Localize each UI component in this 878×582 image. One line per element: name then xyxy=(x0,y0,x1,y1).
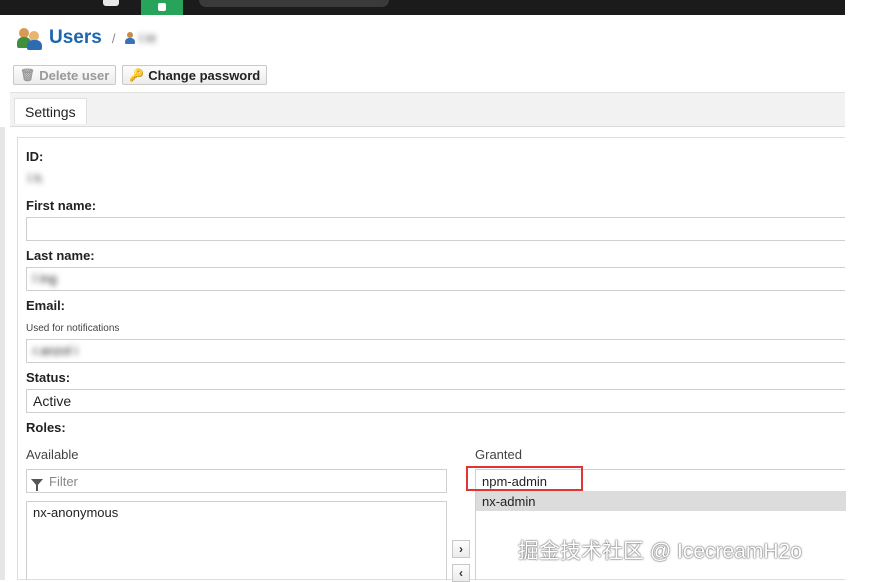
page-title[interactable]: Users xyxy=(49,27,102,49)
breadcrumb-separator: / xyxy=(111,30,116,46)
first-name-field[interactable] xyxy=(26,217,845,241)
list-item[interactable]: nx-admin xyxy=(476,491,846,511)
role-filter-input[interactable]: Filter xyxy=(26,469,447,493)
last-name-value: l ing xyxy=(33,271,57,286)
first-name-label: First name: xyxy=(26,198,97,213)
top-nav-bar xyxy=(0,0,845,15)
delete-user-label: Delete user xyxy=(39,67,110,83)
side-scroll-strip xyxy=(0,127,5,580)
email-label: Email: xyxy=(26,298,66,313)
gear-icon xyxy=(158,3,166,11)
user-icon xyxy=(125,32,136,44)
page-edge xyxy=(845,0,878,580)
search-input[interactable] xyxy=(199,0,389,7)
logo-icon[interactable] xyxy=(103,0,119,6)
last-name-label: Last name: xyxy=(26,248,95,263)
watermark: 掘金技术社区 @ IcecreamH2o xyxy=(518,540,802,563)
list-item[interactable]: nx-anonymous xyxy=(27,502,446,523)
chevron-right-icon: › xyxy=(459,542,463,556)
available-header: Available xyxy=(26,447,79,462)
users-icon xyxy=(17,26,43,50)
change-password-button[interactable]: 🔑 Change password xyxy=(122,65,268,85)
last-name-field[interactable]: l ing xyxy=(26,267,845,291)
delete-user-button[interactable]: 🗑 Delete user xyxy=(13,65,117,85)
page-header: Users / l H xyxy=(17,24,155,52)
email-hint: Used for notifications xyxy=(26,323,120,334)
admin-mode-icon[interactable] xyxy=(141,0,183,15)
id-label: ID: xyxy=(26,149,44,164)
breadcrumb-user: l H xyxy=(139,30,156,46)
key-icon: 🔑 xyxy=(129,68,145,82)
change-password-label: Change password xyxy=(148,67,261,83)
email-field[interactable]: r.anzol i xyxy=(26,339,845,363)
toolbar: 🗑 Delete user 🔑 Change password xyxy=(13,65,268,85)
status-select[interactable]: Active xyxy=(26,389,845,413)
tab-settings[interactable]: Settings xyxy=(14,98,87,124)
move-left-button[interactable]: ‹ xyxy=(452,564,470,582)
move-right-button[interactable]: › xyxy=(452,540,470,558)
email-value: r.anzol i xyxy=(33,343,78,358)
trash-icon: 🗑 xyxy=(20,68,36,82)
tab-bar: Settings xyxy=(10,92,845,127)
highlight-annotation xyxy=(466,466,583,491)
status-label: Status: xyxy=(26,370,71,385)
available-roles-list[interactable]: nx-anonymous xyxy=(26,501,447,580)
id-value: l h xyxy=(28,171,42,186)
roles-label: Roles: xyxy=(26,420,66,435)
granted-header: Granted xyxy=(475,447,522,462)
status-value: Active xyxy=(33,393,72,409)
filter-placeholder: Filter xyxy=(49,473,78,489)
filter-icon xyxy=(31,478,43,491)
chevron-left-icon: ‹ xyxy=(459,566,463,580)
